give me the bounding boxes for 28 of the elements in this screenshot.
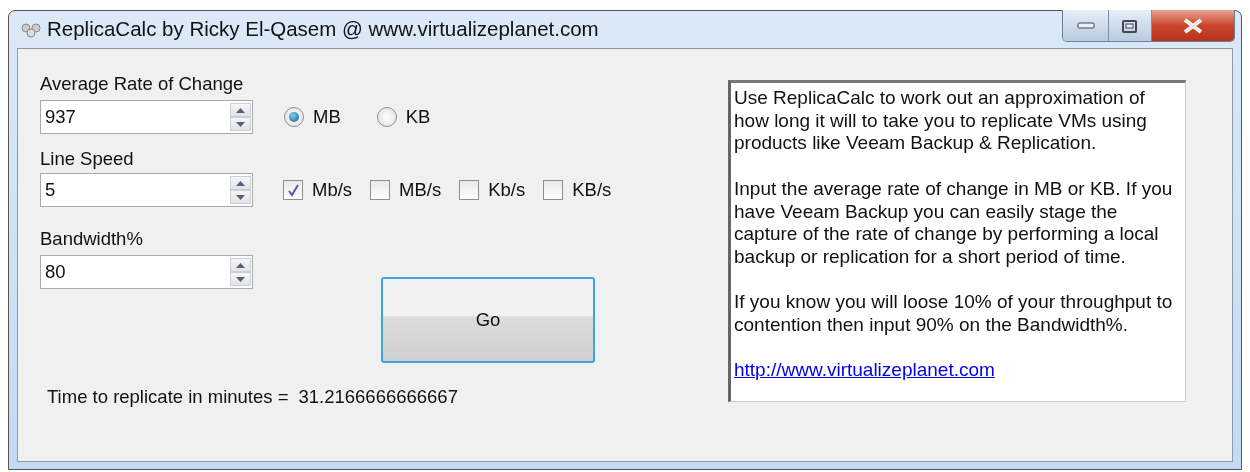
link[interactable]: http://www.virtualizeplanet.com xyxy=(734,359,995,381)
option-label: KB/s xyxy=(572,178,612,203)
result-value: 31.2166666666667 xyxy=(298,385,458,409)
checkmark-icon xyxy=(286,183,300,197)
option-label: KB xyxy=(405,105,431,130)
radio-button[interactable] xyxy=(376,107,397,127)
result-label: Time to replicate in minutes = xyxy=(47,385,289,409)
maximize-button[interactable] xyxy=(1109,10,1152,41)
option-label: Kb/s xyxy=(488,178,526,203)
app-icon xyxy=(21,21,41,38)
radio-dot-icon xyxy=(289,112,299,122)
radio-button[interactable] xyxy=(284,107,304,127)
window-title: ReplicaCalc by Ricky El-Qasem @ www.virtualizeplanet.com xyxy=(47,16,599,43)
go-button[interactable]: Go xyxy=(381,277,595,363)
option-label: Mb/s xyxy=(312,178,353,203)
minimize-icon xyxy=(1076,22,1095,29)
option-label: MB/s xyxy=(399,178,442,203)
checkbox[interactable] xyxy=(283,180,303,200)
option-label: MB xyxy=(313,105,341,130)
field-label: Average Rate of Change xyxy=(40,73,245,95)
field-label: Line Speed xyxy=(40,148,135,170)
checkbox[interactable] xyxy=(370,180,391,200)
info-text-box[interactable]: Use ReplicaCalc to work out an approximation of how long it will to take you to replicate VMs using products like Veeam Backup & Replication. Input the average rate of change in MB or KB. If you have Veeam Backup you can easily stage the capture of the rate of change by performing a local backup or replication for a short period of time. If you know you will loose 10% of your throughput to contention then input 90% on the Bandwidth%. http://www.virtualizeplanet.com xyxy=(728,80,1186,402)
checkbox[interactable] xyxy=(459,180,480,200)
field-label: Bandwidth% xyxy=(40,228,144,250)
checkbox[interactable] xyxy=(543,180,564,200)
close-icon xyxy=(1182,17,1204,34)
close-button[interactable] xyxy=(1152,10,1234,41)
